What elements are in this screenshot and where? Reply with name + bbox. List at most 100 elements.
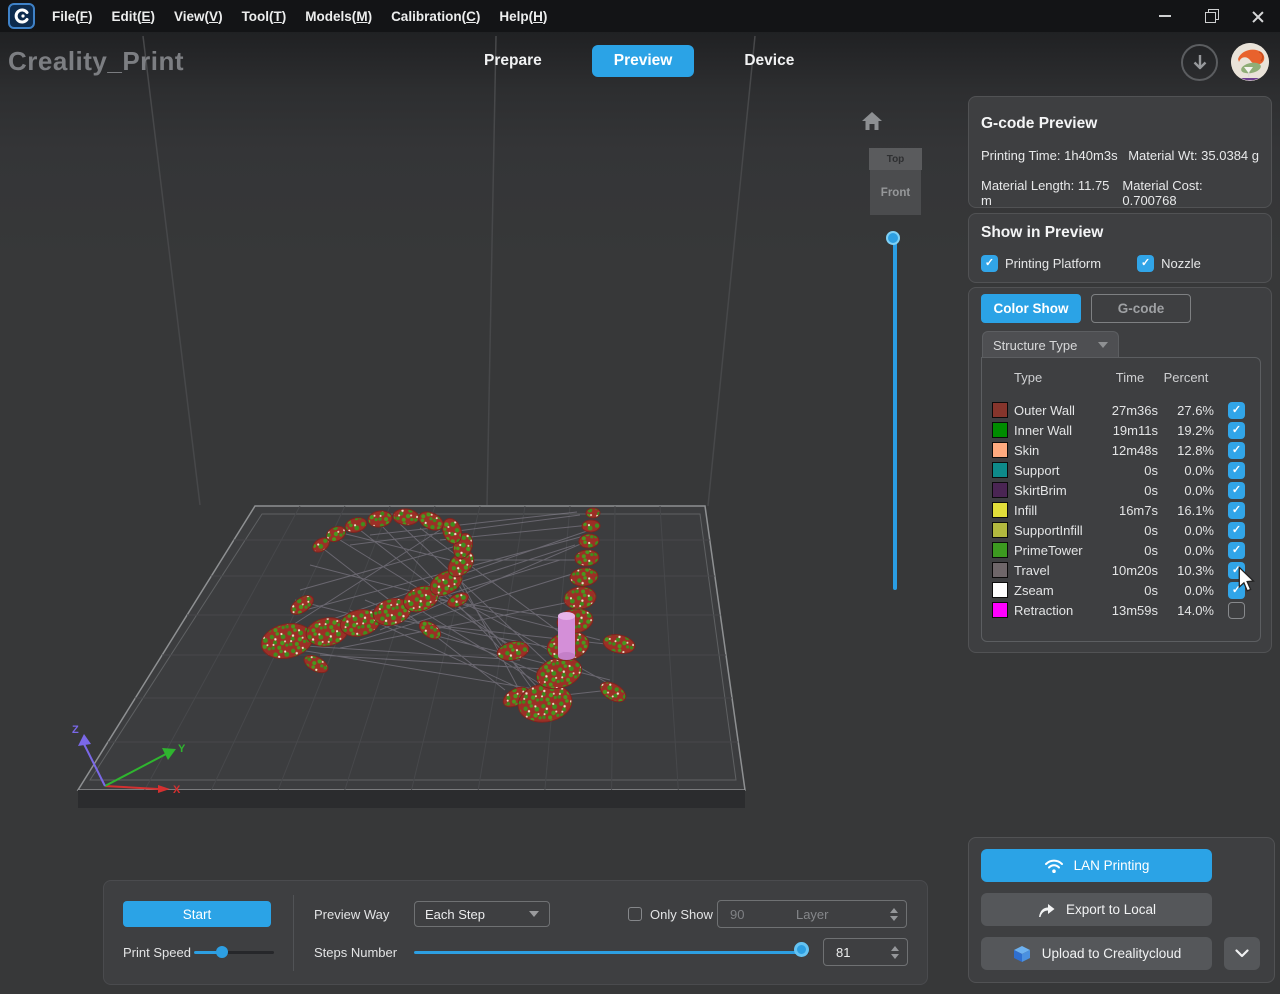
menu-tool[interactable]: Tool(T)	[242, 9, 287, 24]
download-button[interactable]	[1181, 44, 1218, 81]
steps-slider-handle[interactable]	[794, 941, 809, 957]
row-visibility-checkbox[interactable]: ✓	[1228, 401, 1245, 419]
only-show-label: Only Show	[650, 907, 713, 922]
header-percent: Percent	[1163, 369, 1209, 385]
print-speed-slider[interactable]	[194, 946, 274, 958]
steps-stepper[interactable]	[891, 945, 899, 959]
option-printing-platform: ✓ Printing Platform	[981, 255, 1101, 272]
color-swatch	[992, 582, 1008, 598]
nozzle-indicator	[558, 612, 575, 660]
menu-help[interactable]: Help(H)	[499, 9, 547, 24]
more-actions-button[interactable]	[1224, 937, 1260, 970]
export-arrow-icon	[1038, 903, 1055, 917]
app-logo[interactable]	[8, 3, 35, 29]
table-row: SupportInfill 0s 0.0% ✓	[982, 520, 1260, 540]
row-time: 13m59s	[1111, 602, 1158, 618]
row-visibility-checkbox[interactable]: ✓	[1228, 461, 1245, 479]
wifi-icon	[1044, 859, 1063, 873]
steps-value-input[interactable]: 81	[823, 938, 908, 966]
row-percent: 16.1%	[1177, 502, 1214, 518]
header-type: Type	[1014, 369, 1043, 385]
row-visibility-checkbox[interactable]: ✓	[1228, 441, 1245, 459]
print-speed-label: Print Speed	[123, 945, 191, 960]
menu-edit[interactable]: Edit(E)	[112, 9, 156, 24]
layer-number-input[interactable]: 90 Layer	[717, 900, 907, 928]
minimize-button[interactable]	[1142, 0, 1188, 32]
row-visibility-checkbox[interactable]: ✓	[1228, 481, 1245, 499]
export-to-local-button[interactable]: Export to Local	[981, 893, 1212, 926]
row-time: 0s	[1144, 582, 1158, 598]
lan-printing-label: LAN Printing	[1073, 858, 1150, 873]
only-show-checkbox[interactable]	[628, 907, 642, 921]
row-time: 0s	[1144, 542, 1158, 558]
layer-stepper[interactable]	[890, 907, 898, 921]
chevron-down-icon	[1235, 949, 1249, 958]
page-title: Creality_Print	[8, 46, 185, 76]
spinner-up-icon[interactable]	[890, 907, 898, 913]
tab-preview[interactable]: Preview	[591, 45, 695, 77]
creality-logo-icon	[14, 8, 28, 24]
row-percent: 10.3%	[1177, 562, 1214, 578]
view-cube[interactable]: Top Front	[869, 148, 922, 215]
table-row: Inner Wall 19m11s 19.2% ✓	[982, 420, 1260, 440]
header-time: Time	[1115, 369, 1145, 385]
view-cube-front-face[interactable]: Front	[870, 170, 921, 215]
mouse-cursor	[1238, 566, 1255, 592]
build-plate	[76, 505, 746, 808]
preview-way-dropdown[interactable]: Each Step	[414, 901, 550, 927]
menu-file[interactable]: File(F)	[52, 9, 93, 24]
steps-number-slider[interactable]	[414, 941, 809, 957]
row-visibility-checkbox[interactable]: ✓	[1228, 521, 1245, 539]
check-icon: ✓	[1231, 543, 1242, 556]
menu-calibration[interactable]: Calibration(C)	[391, 9, 480, 24]
close-button[interactable]	[1234, 0, 1280, 32]
layer-range-slider[interactable]	[886, 231, 900, 590]
color-swatch	[992, 502, 1008, 518]
color-swatch	[992, 562, 1008, 578]
spinner-down-icon[interactable]	[891, 953, 899, 959]
layer-slider-handle[interactable]	[886, 231, 900, 245]
structure-type-value: Structure Type	[993, 337, 1078, 353]
row-type: Zseam	[1014, 582, 1054, 598]
playback-panel: Start Print Speed Preview Way Each Step …	[103, 880, 928, 985]
maximize-button[interactable]	[1188, 0, 1234, 32]
avatar-image	[1231, 43, 1269, 81]
upload-to-crealitycloud-button[interactable]: Upload to Crealitycloud	[981, 937, 1212, 970]
color-show-button[interactable]: Color Show	[981, 294, 1081, 323]
home-view-button[interactable]	[858, 108, 886, 134]
export-to-local-label: Export to Local	[1065, 902, 1157, 917]
check-icon: ✓	[1231, 523, 1242, 536]
user-avatar[interactable]	[1231, 43, 1269, 81]
table-body: Outer Wall 27m36s 27.6% ✓ Inner Wall 19m…	[982, 400, 1260, 620]
view-cube-top-face[interactable]: Top	[869, 148, 922, 170]
upload-to-crealitycloud-label: Upload to Crealitycloud	[1041, 946, 1182, 961]
structure-type-dropdown[interactable]: Structure Type	[982, 331, 1119, 358]
viewport-3d-scene[interactable]: X Y Z	[0, 0, 965, 994]
spinner-down-icon[interactable]	[890, 915, 898, 921]
check-icon: ✓	[1231, 483, 1242, 496]
spinner-up-icon[interactable]	[891, 945, 899, 951]
row-visibility-checkbox[interactable]: ✓	[1228, 501, 1245, 519]
printing-platform-checkbox[interactable]: ✓	[981, 255, 998, 272]
row-visibility-checkbox[interactable]: ✓	[1228, 541, 1245, 559]
nozzle-checkbox[interactable]: ✓	[1137, 255, 1155, 272]
divider	[293, 895, 294, 971]
lan-printing-button[interactable]: LAN Printing	[981, 849, 1212, 882]
row-visibility-checkbox[interactable]: ✓	[1228, 421, 1245, 439]
gcode-button[interactable]: G-code	[1091, 294, 1191, 323]
row-time: 19m11s	[1112, 422, 1158, 438]
maximize-icon	[1205, 9, 1219, 23]
tab-device[interactable]: Device	[730, 45, 808, 77]
color-swatch	[992, 442, 1008, 458]
tab-prepare[interactable]: Prepare	[470, 45, 556, 77]
stat-material-wt: Material Wt: 35.0384 g	[1128, 148, 1259, 163]
start-button[interactable]: Start	[123, 901, 271, 927]
row-type: Infill	[1014, 502, 1038, 518]
menu-models[interactable]: Models(M)	[305, 9, 372, 24]
crealitycloud-cube-icon	[1013, 945, 1030, 962]
table-header: Type Time Percent	[982, 368, 1260, 386]
row-time: 16m7s	[1118, 502, 1158, 518]
menu-view[interactable]: View(V)	[174, 9, 223, 24]
print-speed-slider-handle[interactable]	[215, 946, 228, 958]
row-visibility-checkbox[interactable]: ✓	[1228, 601, 1245, 619]
